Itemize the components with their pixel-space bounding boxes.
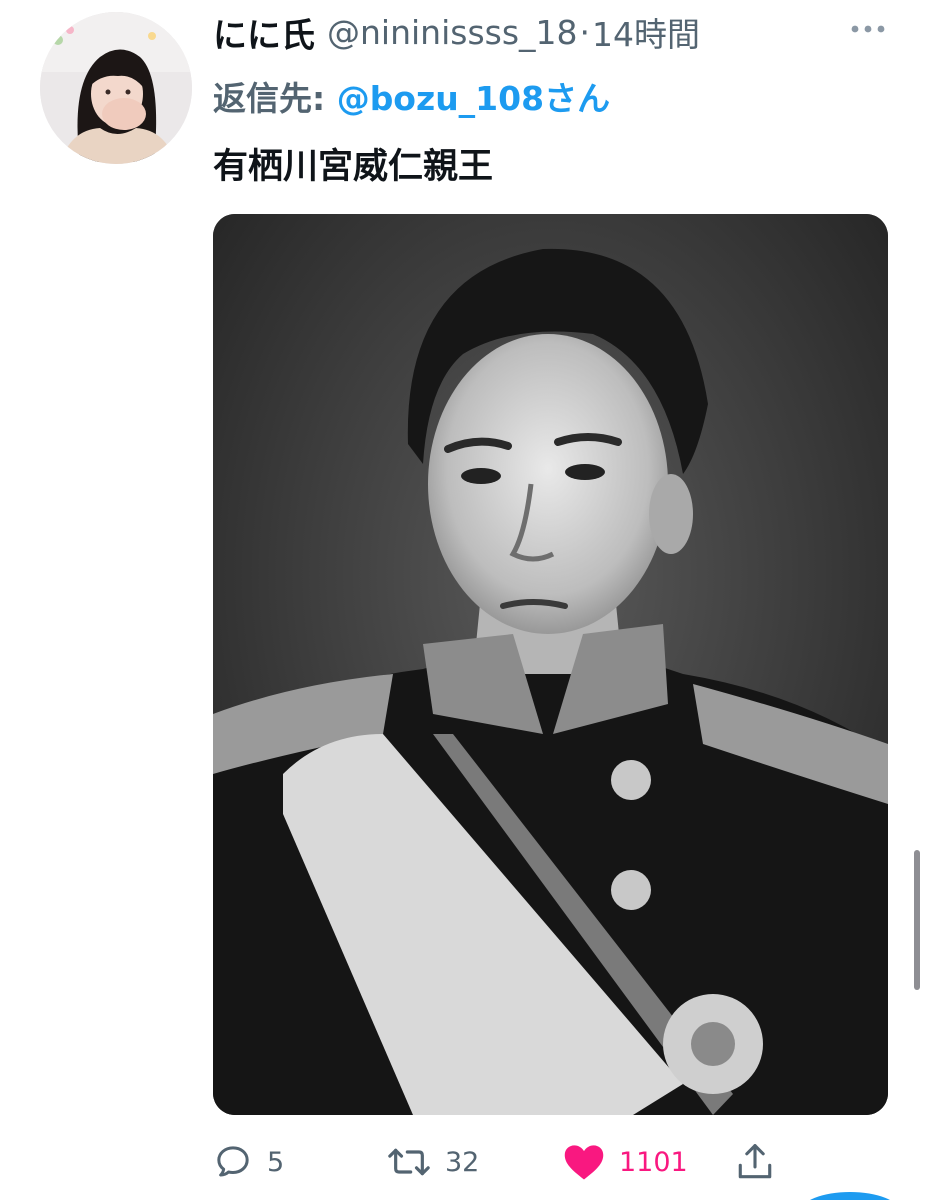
retweet-arrows-icon <box>388 1148 430 1176</box>
speech-bubble-icon <box>217 1146 249 1177</box>
portrait-photo <box>213 214 888 1115</box>
tweet-actions: 5 32 1101 <box>213 1136 813 1188</box>
like-count: 1101 <box>619 1146 688 1178</box>
avatar[interactable] <box>40 12 192 164</box>
header-separator: · <box>579 12 591 52</box>
timestamp[interactable]: 14時間 <box>592 8 700 56</box>
retweet-button[interactable]: 32 <box>387 1136 479 1188</box>
reply-count: 5 <box>267 1146 285 1178</box>
tweet: にに氏 @nininissss_18 · 14時間 返信先: @bozu_108… <box>0 0 928 1200</box>
share-button[interactable] <box>737 1136 773 1188</box>
avatar-image <box>40 12 192 164</box>
compose-button[interactable] <box>800 1192 900 1200</box>
share-upload-icon <box>738 1144 772 1179</box>
reply-context: 返信先: @bozu_108さん <box>213 72 610 120</box>
reply-mention-link[interactable]: @bozu_108さん <box>337 79 610 118</box>
more-options-button[interactable] <box>846 14 890 44</box>
user-handle[interactable]: @nininissss_18 <box>327 13 578 52</box>
tweet-header: にに氏 @nininissss_18 · 14時間 <box>213 8 700 56</box>
like-button[interactable]: 1101 <box>563 1136 688 1188</box>
reply-prefix: 返信先: <box>213 79 337 118</box>
heart-icon <box>564 1145 604 1180</box>
retweet-count: 32 <box>445 1146 480 1178</box>
reply-button[interactable]: 5 <box>213 1136 284 1188</box>
display-name[interactable]: にに氏 <box>213 8 315 57</box>
tweet-text: 有栖川宮威仁親王 <box>213 147 494 187</box>
scrollbar[interactable] <box>914 850 920 990</box>
more-horizontal-icon <box>851 25 885 33</box>
tweet-photo[interactable] <box>213 214 888 1115</box>
